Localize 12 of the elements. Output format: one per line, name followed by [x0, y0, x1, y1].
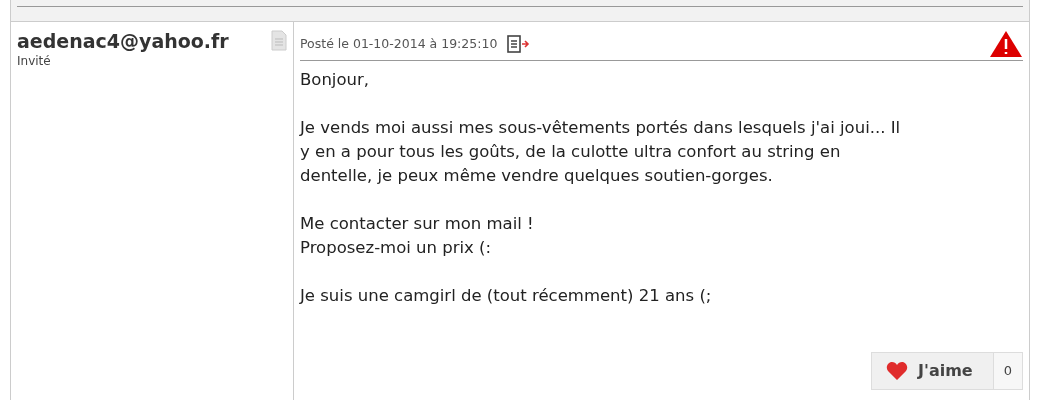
author-name: aedenac4@yahoo.fr	[17, 30, 229, 52]
message-paragraph: Je vends moi aussi mes sous-vêtements portés dans lesquels j'ai joui... Il y en a pour tous les goûts, de la culotte ultra confort au string en dentelle, je peux même vendre quelques soutien-gorges.	[300, 117, 902, 187]
user-role: Invité	[17, 53, 52, 70]
like-button[interactable]: J'aime	[871, 352, 994, 390]
message-paragraph: Je suis une camgirl de (tout récemment) 21 ans (;	[300, 285, 713, 307]
heart-icon	[886, 361, 909, 381]
quote-icon[interactable]	[507, 35, 532, 53]
post-date: Posté le 01-10-2014 à 19:25:10	[300, 34, 498, 53]
message-paragraph: Bonjour,	[300, 69, 371, 91]
warning-icon[interactable]	[989, 30, 1023, 58]
like-count: 0	[993, 352, 1023, 390]
message-paragraph: Me contacter sur mon mail ! Proposez-moi un prix (:	[300, 213, 535, 259]
